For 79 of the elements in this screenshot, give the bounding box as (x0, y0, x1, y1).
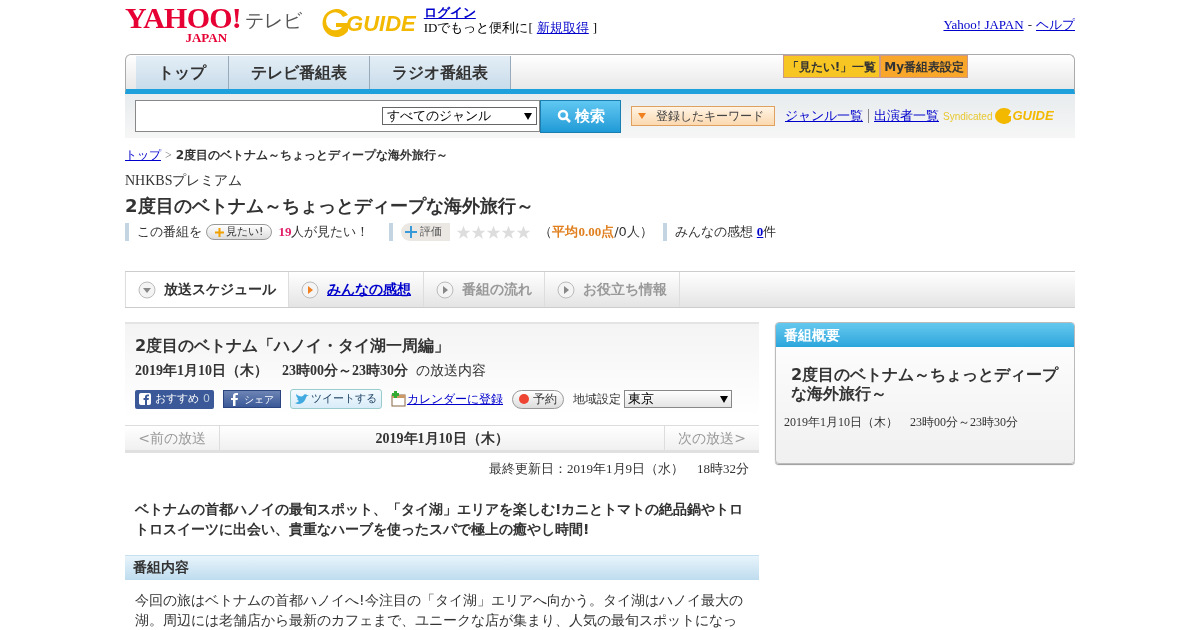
search-icon (556, 109, 571, 123)
channel-name: NHKBSプレミアム (125, 172, 244, 190)
play-icon (301, 280, 319, 299)
login-note: IDでもっと便利に[ (423, 20, 533, 35)
plus-icon (405, 226, 418, 238)
share-button[interactable]: シェア (223, 390, 281, 408)
syndicated-text: Syndicated (943, 109, 993, 124)
performer-link[interactable]: 出演者一覧 (874, 106, 939, 126)
rating-average: 平均0.00点 (552, 223, 615, 242)
plus-icon (215, 227, 224, 237)
calendar-add-icon (391, 391, 407, 407)
nav-tab[interactable]: ラジオ番組表 (370, 56, 511, 89)
facebook-icon (139, 393, 151, 405)
datetime-suffix: の放送内容 (416, 361, 486, 380)
gguide-small-logo: GUIDE (992, 106, 1054, 126)
tweet-button[interactable]: ツイートする (290, 389, 382, 409)
breadcrumb-separator: > (165, 147, 172, 164)
breadcrumb-current: 2度目のベトナム～ちょっとディープな海外旅行～ (175, 147, 449, 164)
record-dot-icon (519, 394, 529, 404)
rating-paren: （ (539, 223, 553, 242)
want-count: 19 (278, 223, 292, 242)
pager-date: 2019年1月10日（木） (374, 429, 510, 448)
section-heading: 番組内容 (125, 554, 759, 580)
play-icon (557, 280, 575, 299)
genre-link[interactable]: ジャンル一覧 (785, 106, 863, 126)
program-title: 2度目のベトナム～ちょっとディープな海外旅行～ (125, 194, 535, 218)
separator-text: - (1027, 16, 1032, 34)
play-icon (436, 280, 454, 299)
gguide-logo: GUIDE (318, 5, 416, 41)
overview-datetime: 2019年1月10日（木） 23時00分～23時30分 (783, 414, 1019, 431)
want-button[interactable]: 見たい! (206, 224, 273, 240)
caret-down-icon (138, 280, 156, 299)
bracket-text: ] (592, 20, 598, 35)
episode-datetime: 2019年1月10日（木） 23時00分～23時30分 (135, 362, 408, 380)
breadcrumb-link[interactable]: トップ (125, 146, 161, 164)
star-icon (516, 224, 532, 240)
nav-tab[interactable]: テレビ番組表 (229, 56, 370, 89)
region-select[interactable]: 東京 (624, 390, 732, 408)
region-label: 地域設定 (573, 391, 621, 408)
nav-tab[interactable]: トップ (136, 56, 229, 89)
caret-icon (636, 111, 648, 121)
dropdown-arrow-icon (524, 112, 532, 120)
recommend-button[interactable]: おすすめ 0 (135, 389, 214, 409)
want-suffix: 人が見たい！ (291, 223, 370, 242)
g-mark-icon (992, 107, 1013, 125)
search-field[interactable]: すべてのジャンル (135, 100, 540, 132)
comments-unit: 件 (763, 223, 777, 242)
comments-count-link[interactable]: 0 (756, 222, 764, 242)
nav-button[interactable]: My番組表設定 (880, 55, 968, 78)
calendar-link[interactable]: カレンダーに登録 (391, 390, 503, 408)
signup-link[interactable]: 新規取得 (536, 20, 589, 35)
help-link[interactable]: ヘルプ (1036, 15, 1075, 35)
panel-header: 番組概要 (776, 323, 1074, 347)
yahoo-link[interactable]: Yahoo! JAPAN (943, 15, 1024, 35)
rate-button[interactable]: 評価 (401, 223, 451, 241)
overview-title: 2度目のベトナム～ちょっとディープな海外旅行～ (790, 365, 1060, 403)
comments-label: みんなの感想 (674, 223, 753, 242)
want-prefix: この番組を (137, 223, 202, 242)
rating-count: /0人） (614, 223, 653, 242)
star-icon (501, 224, 517, 240)
login-link[interactable]: ログイン (423, 5, 476, 20)
yahoo-logo[interactable]: YAHOO! JAPAN (125, 5, 242, 44)
tab[interactable]: 放送スケジュール (125, 272, 289, 307)
star-icon (456, 224, 472, 240)
nav-button[interactable]: 「見たい!」一覧 (782, 55, 881, 78)
reserve-button[interactable]: 予約 (512, 389, 564, 409)
episode-title: 2度目のベトナム「ハノイ・タイ湖一周編」 (135, 335, 452, 357)
genre-select[interactable]: すべてのジャンル (382, 107, 537, 125)
star-icon (486, 224, 502, 240)
star-icon (471, 224, 487, 240)
program-summary: ベトナムの首都ハノイの最旬スポット、「タイ湖」エリアを楽しむ!カニとトマトの絶品鍋やトロトロスイーツに出会い、貴重なハーブを使ったスパで極上の癒やし時間! (134, 499, 745, 539)
program-content: 今回の旅はベトナムの首都ハノイへ!今注目の「タイ湖」エリアへ向かう。タイ湖はハノイ最大の湖。周辺には老舗店から最新のカフェまで、ユニークな店が集まり、人気の最旬スポットになっ (134, 590, 744, 630)
service-name: テレビ (245, 8, 303, 33)
tab[interactable]: みんなの感想 (289, 272, 424, 307)
bird-icon (295, 393, 309, 405)
keyword-button[interactable]: 登録したキーワード (631, 106, 775, 126)
last-updated: 最終更新日：2019年1月9日（水） 18時32分 (489, 460, 749, 478)
dropdown-arrow-icon (720, 395, 728, 403)
facebook-icon (230, 392, 238, 406)
